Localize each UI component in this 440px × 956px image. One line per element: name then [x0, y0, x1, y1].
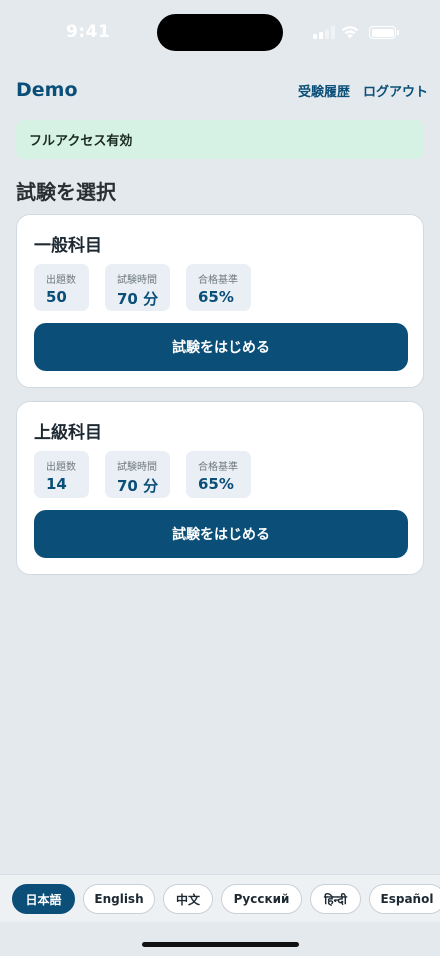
status-bar: 9:41: [0, 0, 440, 62]
app-brand: Demo: [16, 79, 78, 101]
full-access-banner: フルアクセス有効: [16, 120, 424, 159]
dynamic-island: [157, 14, 283, 51]
language-option-chinese[interactable]: 中文: [163, 884, 213, 914]
language-option-hindi[interactable]: हिन्दी: [310, 884, 361, 914]
stat-question-count: 出題数 14: [34, 451, 89, 498]
stat-pass-criteria: 合格基準 65%: [186, 451, 251, 498]
wifi-icon: [341, 26, 359, 39]
stat-value: 65%: [198, 288, 234, 306]
stat-label: 試験時間: [117, 462, 157, 473]
language-option-spanish[interactable]: Español: [369, 884, 440, 914]
exam-history-link[interactable]: 受験履歴: [298, 81, 350, 100]
stat-pass-criteria: 合格基準 65%: [186, 264, 251, 311]
stat-value: 70 分: [117, 290, 159, 308]
start-exam-button[interactable]: 試験をはじめる: [34, 510, 408, 558]
stat-value: 70 分: [117, 477, 159, 495]
status-time: 9:41: [66, 22, 111, 42]
stat-exam-time: 試験時間 70 分: [105, 264, 170, 311]
stat-value: 50: [46, 288, 67, 306]
language-option-japanese[interactable]: 日本語: [12, 884, 75, 914]
language-option-english[interactable]: English: [83, 884, 155, 914]
exam-title: 上級科目: [34, 423, 102, 443]
stat-exam-time: 試験時間 70 分: [105, 451, 170, 498]
page-title: 試験を選択: [16, 180, 116, 204]
stat-label: 合格基準: [198, 275, 238, 286]
stat-label: 出題数: [46, 275, 76, 286]
exam-title: 一般科目: [34, 236, 102, 256]
stat-value: 65%: [198, 475, 234, 493]
exam-card-general: 一般科目 出題数 50 試験時間 70 分 合格基準 65% 試験をはじめる: [16, 214, 424, 388]
language-option-russian[interactable]: Русский: [221, 884, 302, 914]
start-exam-button[interactable]: 試験をはじめる: [34, 323, 408, 371]
logout-link[interactable]: ログアウト: [363, 81, 428, 100]
language-selector: 日本語 English 中文 Русский हिन्दी Español: [0, 874, 440, 922]
stat-question-count: 出題数 50: [34, 264, 89, 311]
stat-value: 14: [46, 475, 67, 493]
stat-label: 試験時間: [117, 275, 157, 286]
battery-icon: [369, 26, 396, 39]
cellular-signal-icon: [313, 26, 335, 39]
home-indicator: [142, 942, 299, 947]
exam-card-advanced: 上級科目 出題数 14 試験時間 70 分 合格基準 65% 試験をはじめる: [16, 401, 424, 575]
stat-label: 合格基準: [198, 462, 238, 473]
stat-label: 出題数: [46, 462, 76, 473]
battery-tip: [397, 30, 399, 35]
